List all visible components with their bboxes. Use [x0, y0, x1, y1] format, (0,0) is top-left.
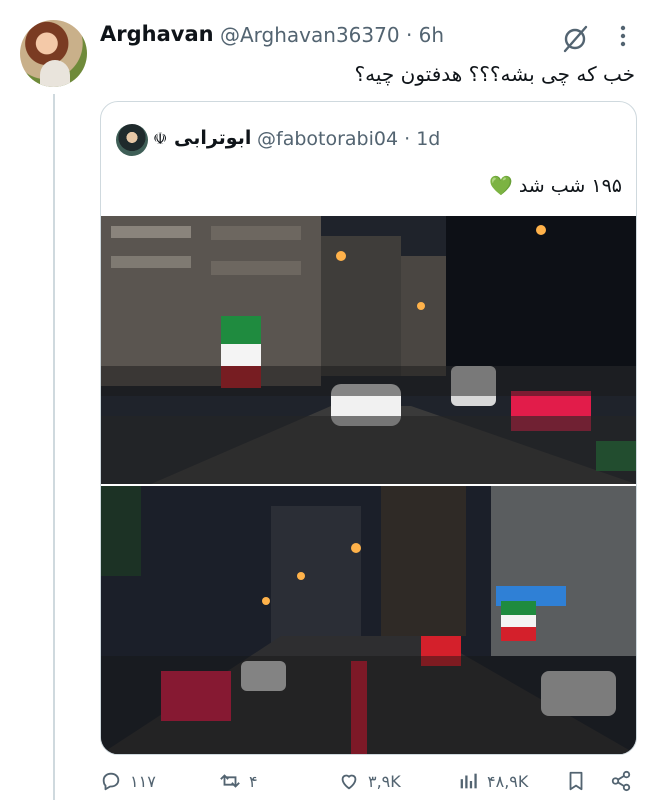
meta-separator: ·: [405, 23, 413, 47]
quoted-post-time[interactable]: 1d: [416, 128, 440, 150]
reply-count: ۱۱۷: [130, 771, 156, 791]
quoted-author-name[interactable]: ☫ ابوترابی: [153, 127, 251, 149]
grok-icon[interactable]: [560, 24, 590, 54]
repost-action[interactable]: ۴: [219, 770, 258, 792]
quoted-author-handle[interactable]: @fabotorabi04: [257, 128, 398, 150]
quoted-tweet-card[interactable]: ☫ ابوترابی @fabotorabi04 · 1d ۱۹۵ شب شد …: [100, 101, 637, 755]
share-icon[interactable]: [610, 770, 632, 792]
author-handle-time[interactable]: @Arghavan36370 · 6h: [220, 23, 444, 47]
quoted-author-handle-time[interactable]: @fabotorabi04 · 1d: [257, 128, 440, 150]
like-action[interactable]: ۳,۹K: [338, 770, 401, 792]
thread-line: [53, 94, 55, 800]
repost-icon[interactable]: [219, 770, 241, 792]
bookmark-icon[interactable]: [565, 770, 587, 792]
verified-emblem-icon: ☫: [153, 129, 168, 148]
quoted-author-name-text: ابوترابی: [173, 127, 252, 149]
quoted-avatar[interactable]: [116, 124, 148, 156]
views-count: ۴۸,۹K: [487, 771, 529, 791]
post-time[interactable]: 6h: [419, 23, 444, 47]
reply-icon[interactable]: [100, 770, 122, 792]
tweet-text: خب که چی بشه؟؟؟ هدفتون چیه؟: [354, 62, 635, 86]
photo2-illustration: [101, 486, 636, 754]
like-count: ۳,۹K: [368, 771, 401, 791]
night-rally-avenue-photo[interactable]: [101, 486, 636, 754]
author-handle[interactable]: @Arghavan36370: [220, 23, 400, 47]
photo1-illustration: [101, 216, 636, 484]
avatar[interactable]: [20, 20, 87, 87]
night-rally-street-photo[interactable]: [101, 216, 636, 484]
action-bar: ۱۱۷ ۴ ۳,۹K ۴۸,۹K: [100, 770, 635, 800]
quoted-separator: ·: [404, 128, 411, 150]
bookmark-action[interactable]: [565, 770, 587, 792]
author-name[interactable]: Arghavan: [100, 22, 214, 46]
reply-action[interactable]: ۱۱۷: [100, 770, 156, 792]
like-icon[interactable]: [338, 770, 360, 792]
quoted-text: ۱۹۵ شب شد 💚: [489, 175, 622, 197]
repost-count: ۴: [249, 771, 258, 791]
more-icon[interactable]: [612, 22, 634, 52]
share-action[interactable]: [610, 770, 632, 792]
views-action[interactable]: ۴۸,۹K: [457, 770, 528, 792]
views-icon[interactable]: [457, 770, 479, 792]
